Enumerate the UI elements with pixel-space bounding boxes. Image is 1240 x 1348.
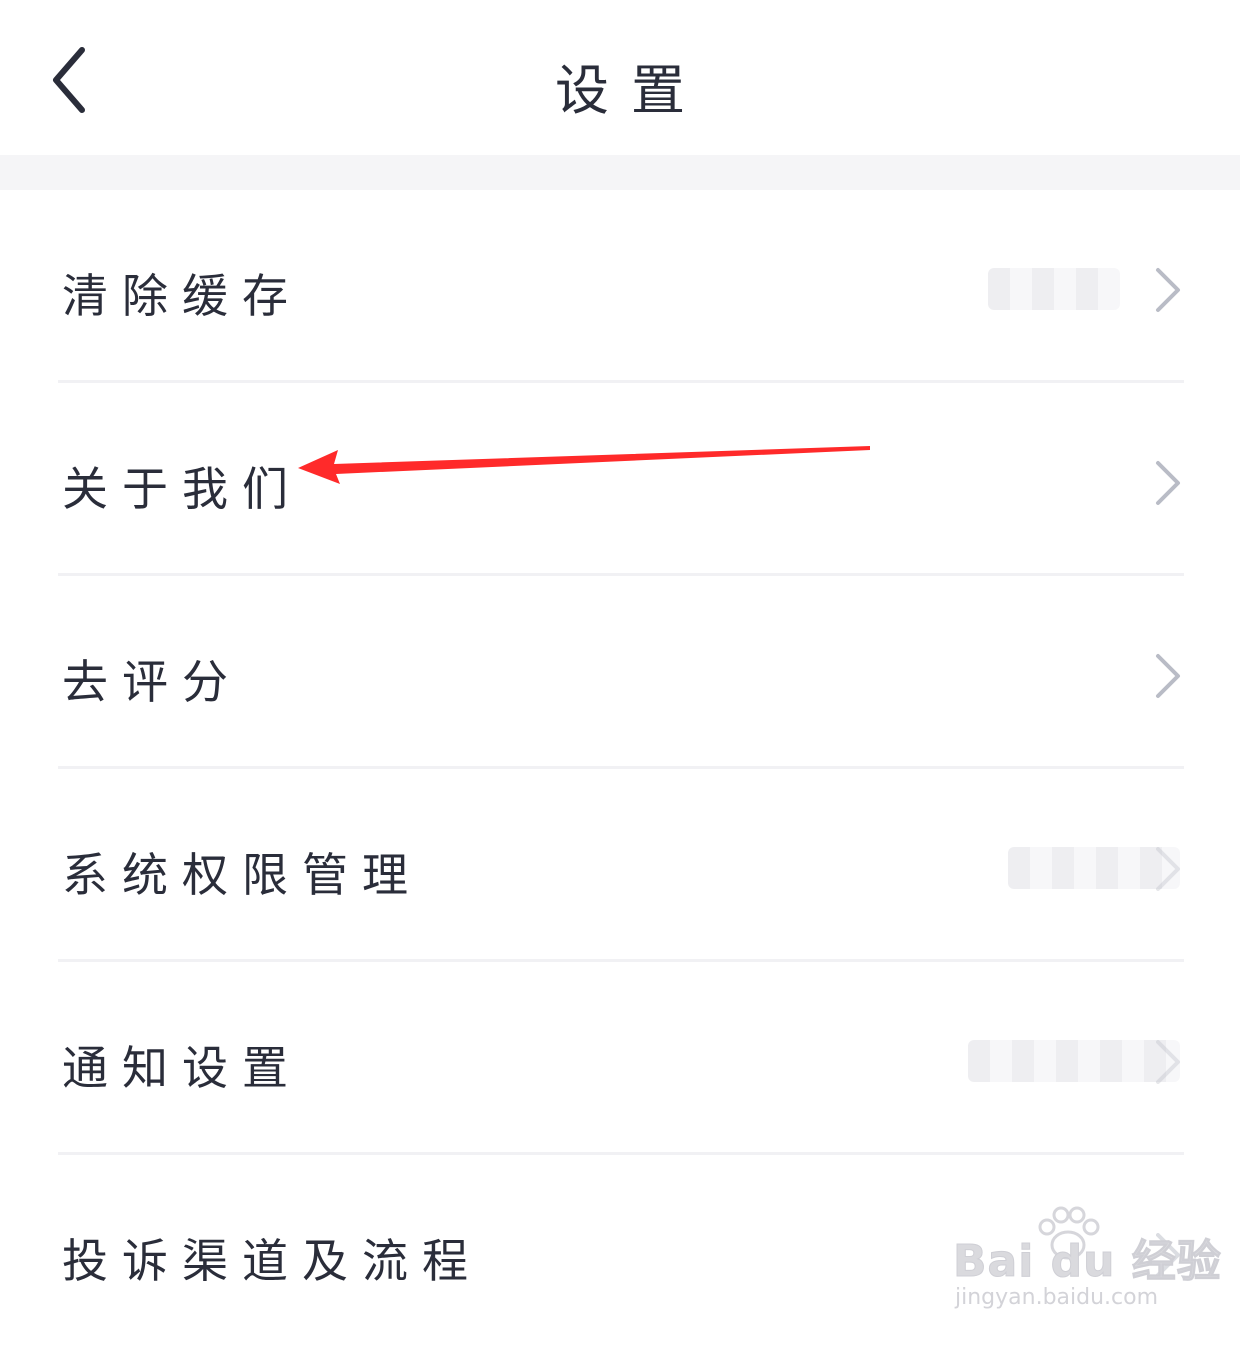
settings-item-label: 系统权限管理	[62, 848, 422, 902]
settings-item-label: 通知设置	[62, 1041, 302, 1095]
blurred-value	[988, 268, 1120, 310]
top-nav-bar: 设置	[0, 0, 1240, 155]
settings-item-label: 投诉渠道及流程	[62, 1234, 482, 1288]
settings-item-label: 关于我们	[62, 462, 302, 516]
settings-item-system-permissions[interactable]: 系统权限管理	[0, 769, 1240, 962]
settings-list: 清除缓存 关于我们 去评分 系统权限管理 通知设置 投诉渠道及流程	[0, 190, 1240, 1348]
section-separator	[0, 155, 1240, 190]
chevron-right-icon	[1156, 1040, 1180, 1084]
settings-item-about-us[interactable]: 关于我们	[0, 383, 1240, 576]
settings-item-clear-cache[interactable]: 清除缓存	[0, 190, 1240, 383]
settings-item-complaints[interactable]: 投诉渠道及流程	[0, 1155, 1240, 1348]
chevron-right-icon	[1156, 268, 1180, 312]
settings-item-label: 去评分	[62, 655, 242, 709]
chevron-right-icon	[1156, 1233, 1180, 1277]
page-title: 设置	[555, 59, 707, 122]
settings-item-label: 清除缓存	[62, 269, 302, 323]
settings-item-rate[interactable]: 去评分	[0, 576, 1240, 769]
blurred-value	[968, 1040, 1180, 1082]
settings-item-notifications[interactable]: 通知设置	[0, 962, 1240, 1155]
chevron-right-icon	[1156, 654, 1180, 698]
chevron-right-icon	[1156, 847, 1180, 891]
chevron-right-icon	[1156, 461, 1180, 505]
